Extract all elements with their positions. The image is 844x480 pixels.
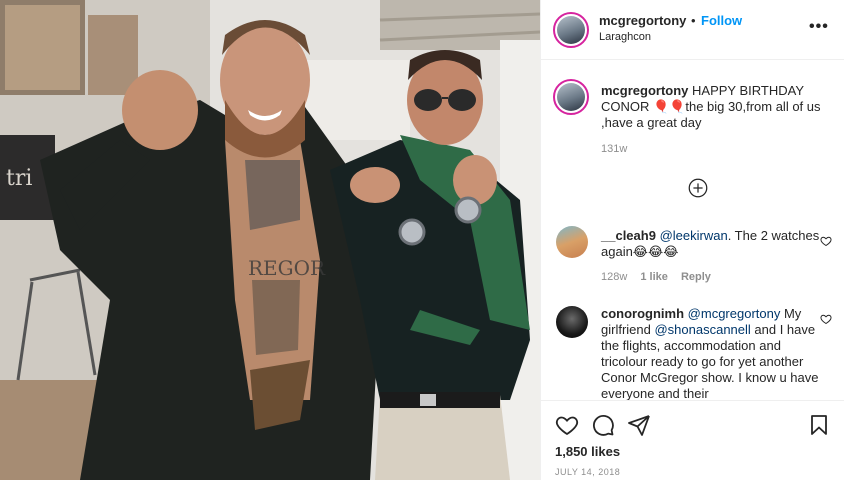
caption: mcgregortony HAPPY BIRTHDAY CONOR 🎈🎈the … <box>541 75 844 165</box>
action-bar: 1,850 likes JULY 14, 2018 <box>541 400 844 480</box>
comment-body: __cleah9 @leekirwan. The 2 watches again… <box>601 228 821 260</box>
comment-meta: 128w 1 like Reply <box>601 271 721 283</box>
author-username[interactable]: mcgregortony <box>599 13 686 28</box>
comment: __cleah9 @leekirwan. The 2 watches again… <box>541 222 844 292</box>
svg-text:REGOR: REGOR <box>248 256 326 280</box>
caption-body: mcgregortony HAPPY BIRTHDAY CONOR 🎈🎈the … <box>601 83 821 131</box>
likes-count[interactable]: 1,850 likes <box>555 444 620 459</box>
caption-meta: 131w <box>601 143 637 155</box>
heart-icon[interactable] <box>820 313 832 325</box>
comment-icon[interactable] <box>591 413 615 437</box>
comment-mention-2[interactable]: @shonascannell <box>654 322 750 337</box>
plus-circle-icon[interactable] <box>688 178 708 198</box>
post-panel: mcgregortony • Follow Laraghcon ••• mcgr… <box>540 0 844 480</box>
commenter-avatar[interactable] <box>556 306 588 338</box>
comment-username[interactable]: __cleah9 <box>601 228 656 243</box>
post-date[interactable]: JULY 14, 2018 <box>555 467 620 477</box>
svg-text:tri: tri <box>6 166 32 191</box>
comment-time[interactable]: 128w <box>601 271 627 283</box>
reply-button[interactable]: Reply <box>681 271 711 283</box>
header-separator: • <box>691 13 696 28</box>
comment-mention[interactable]: @mcgregortony <box>688 306 781 321</box>
post-header: mcgregortony • Follow Laraghcon ••• <box>541 0 844 60</box>
caption-avatar[interactable] <box>553 79 589 115</box>
share-icon[interactable] <box>627 413 651 437</box>
bookmark-icon[interactable] <box>807 413 831 437</box>
post-image: tri REGOR <box>0 0 540 480</box>
commenter-avatar[interactable] <box>556 226 588 258</box>
post-photo[interactable]: tri REGOR <box>0 0 540 480</box>
comment-likes[interactable]: 1 like <box>640 271 668 283</box>
post-location[interactable]: Laraghcon <box>599 31 651 43</box>
more-options-button[interactable]: ••• <box>809 18 829 36</box>
comment-username[interactable]: conorognimh <box>601 306 684 321</box>
caption-time[interactable]: 131w <box>601 143 627 155</box>
comment-mention[interactable]: @leekirwan <box>660 228 728 243</box>
caption-username[interactable]: mcgregortony <box>601 83 688 98</box>
follow-button[interactable]: Follow <box>701 13 742 28</box>
comment: conorognimh @mcgregortony My girlfriend … <box>541 300 844 402</box>
author-avatar[interactable] <box>553 12 589 48</box>
comment-body: conorognimh @mcgregortony My girlfriend … <box>601 306 821 402</box>
heart-icon[interactable] <box>555 413 579 437</box>
instagram-post: tri REGOR mcgregortony • Follow Laraghco… <box>0 0 844 480</box>
heart-icon[interactable] <box>820 235 832 247</box>
